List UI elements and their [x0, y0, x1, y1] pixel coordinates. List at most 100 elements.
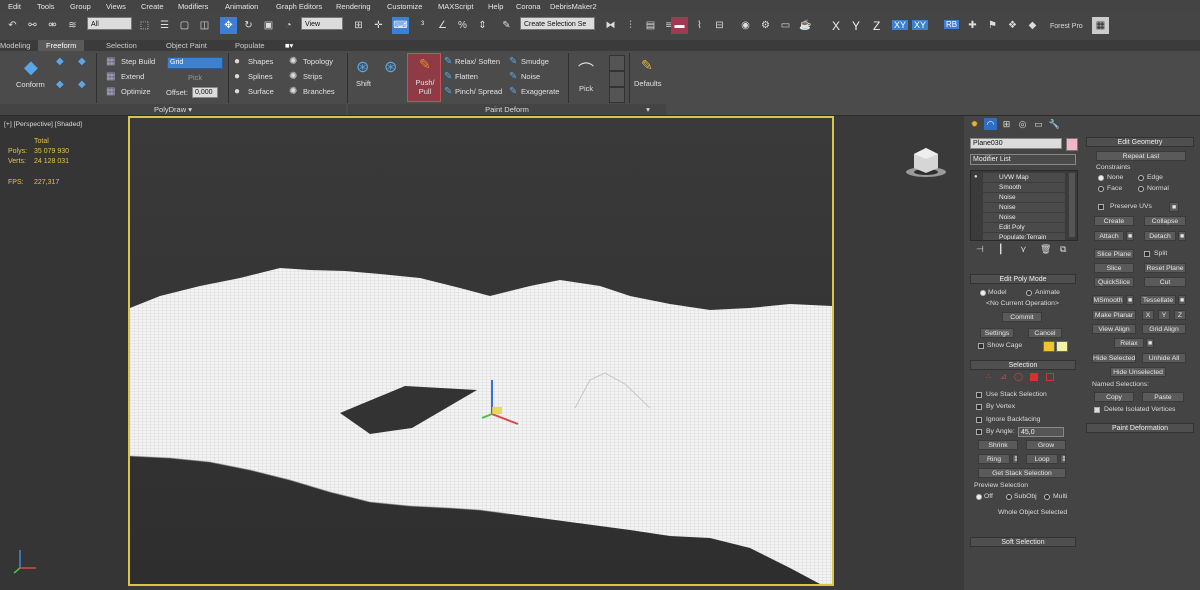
object-color-swatch[interactable] — [1066, 138, 1078, 151]
constraint-edge-radio[interactable] — [1138, 175, 1144, 181]
menu-maxscript[interactable]: MAXScript — [438, 2, 473, 11]
render-frame-icon[interactable]: ▭ — [777, 17, 794, 34]
shrink-button[interactable]: Shrink — [978, 440, 1018, 450]
select-scale-icon[interactable]: ▣ — [260, 17, 277, 34]
flatten-button[interactable]: Flatten — [455, 72, 478, 81]
remove-modifier-icon[interactable]: 🗑 — [1040, 244, 1051, 255]
cancel-button[interactable]: Cancel — [1028, 328, 1062, 338]
conform-move-icon[interactable]: ◆ — [78, 79, 86, 90]
cut-button[interactable]: Cut — [1144, 277, 1186, 287]
element-mode-icon[interactable] — [1046, 373, 1054, 381]
pivot-icon[interactable]: ⊞ — [350, 17, 367, 34]
copy-button[interactable]: Copy — [1094, 392, 1134, 402]
stack-item-noise-1[interactable]: Noise — [983, 193, 1065, 203]
angle-input[interactable]: 45,0 — [1018, 427, 1064, 437]
menu-debrismaker[interactable]: DebrisMaker2 — [550, 2, 597, 11]
settings-button[interactable]: Settings — [980, 328, 1014, 338]
show-cage-checkbox[interactable] — [978, 343, 984, 349]
curve-editor-icon[interactable]: ⌇ — [691, 17, 708, 34]
planar-z-button[interactable]: Z — [1174, 310, 1186, 320]
paste-button[interactable]: Paste — [1142, 392, 1184, 402]
preview-multi-radio[interactable] — [1044, 494, 1050, 500]
ignore-backfacing-checkbox[interactable] — [976, 417, 982, 423]
axis-z-button[interactable]: Z — [873, 19, 880, 33]
configure-sets-icon[interactable]: ⧉ — [1060, 244, 1066, 255]
display-tab-icon[interactable]: ▭ — [1032, 118, 1045, 130]
edit-poly-mode-rollout[interactable]: Edit Poly Mode — [970, 274, 1076, 284]
shift-options-icon[interactable]: ⊛ — [384, 57, 397, 77]
perspective-viewport[interactable] — [128, 116, 834, 586]
snap-3d-icon[interactable]: ³ — [414, 17, 431, 34]
shapes-button[interactable]: Shapes — [248, 57, 273, 66]
relax-settings-button[interactable]: ■ — [1146, 338, 1154, 348]
tab-object-paint[interactable]: Object Paint — [166, 40, 207, 51]
step-build-button[interactable]: Step Build — [121, 57, 155, 66]
soft-selection-rollout[interactable]: Soft Selection — [970, 537, 1076, 547]
loop-button[interactable]: Loop — [1026, 454, 1058, 464]
paint-deformation-rollout[interactable]: Paint Deformation — [1086, 423, 1194, 433]
axis-y-button[interactable]: Y — [852, 19, 860, 33]
optimize-button[interactable]: Optimize — [121, 87, 151, 96]
extend-button[interactable]: Extend — [121, 72, 144, 81]
ribbon-options-icon[interactable]: ■▾ — [285, 40, 293, 51]
stack-item-uvw-map[interactable]: UVW Map — [983, 173, 1065, 183]
quickslice-button[interactable]: QuickSlice — [1094, 277, 1134, 287]
undo-icon[interactable]: ↶ — [4, 17, 21, 34]
unlink-icon[interactable]: ⚮ — [44, 17, 61, 34]
modify-tab-icon[interactable]: ◠ — [984, 118, 997, 130]
detach-button[interactable]: Detach — [1144, 231, 1176, 241]
slice-button[interactable]: Slice — [1094, 263, 1134, 273]
plus-icon[interactable]: ✚ — [964, 17, 981, 34]
tab-modeling[interactable]: Modeling — [0, 40, 30, 51]
tab-freeform[interactable]: Freeform — [38, 40, 85, 51]
stack-scrollbar[interactable] — [1069, 173, 1075, 237]
menu-modifiers[interactable]: Modifiers — [178, 2, 208, 11]
preserve-uvs-settings-button[interactable]: ■ — [1169, 202, 1179, 212]
mirror-icon[interactable]: ⧓ — [602, 17, 619, 34]
constraint-normal-radio[interactable] — [1138, 186, 1144, 192]
split-checkbox[interactable] — [1144, 251, 1150, 257]
menu-animation[interactable]: Animation — [225, 2, 258, 11]
bind-spacewarp-icon[interactable]: ≋ — [64, 17, 81, 34]
paint-icon[interactable]: ❖ — [1004, 17, 1021, 34]
selection-rollout[interactable]: Selection — [970, 360, 1076, 370]
border-mode-icon[interactable]: ◯ — [1014, 372, 1023, 381]
splines-button[interactable]: Splines — [248, 72, 273, 81]
tab-populate[interactable]: Populate — [235, 40, 265, 51]
menu-tools[interactable]: Tools — [37, 2, 55, 11]
motion-tab-icon[interactable]: ◎ — [1016, 118, 1029, 130]
push-pull-button[interactable]: ✎ Push/ Pull — [407, 53, 441, 102]
pick-button[interactable]: Pick — [188, 73, 202, 82]
surface-button[interactable]: Surface — [248, 87, 274, 96]
menu-corona[interactable]: Corona — [516, 2, 541, 11]
gizmo-plane-handle[interactable] — [492, 407, 502, 414]
cage-color-swatch-2[interactable] — [1056, 341, 1068, 352]
edit-named-selection-icon[interactable]: ✎ — [498, 17, 515, 34]
link-icon[interactable]: ⚯ — [24, 17, 41, 34]
render-setup-icon[interactable]: ⚙ — [757, 17, 774, 34]
edge-mode-icon[interactable]: ⊿ — [1000, 372, 1007, 381]
menu-create[interactable]: Create — [141, 2, 164, 11]
vertex-mode-icon[interactable]: ∴ — [986, 372, 991, 381]
hide-selected-button[interactable]: Hide Selected — [1092, 353, 1136, 363]
smudge-button[interactable]: Smudge — [521, 57, 549, 66]
tab-selection[interactable]: Selection — [106, 40, 137, 51]
ring-button[interactable]: Ring — [978, 454, 1010, 464]
loop-spinner[interactable]: ⇕ — [1060, 454, 1066, 464]
render-icon[interactable]: ☕ — [797, 17, 814, 34]
conform-options-icon[interactable]: ◆ — [78, 56, 86, 67]
utilities-tab-icon[interactable]: 🔧 — [1048, 118, 1061, 130]
axis-xy-button[interactable]: XY — [892, 20, 909, 30]
delete-isolated-checkbox[interactable] — [1094, 407, 1100, 413]
ribbon-toggle-icon[interactable]: ▬ — [671, 17, 688, 34]
tessellate-settings-button[interactable]: ■ — [1178, 295, 1186, 305]
selection-filter-dropdown[interactable]: All — [87, 17, 132, 30]
qr-icon[interactable]: ▦ — [1092, 17, 1109, 34]
window-crossing-icon[interactable]: ◫ — [196, 17, 213, 34]
pick-option-1-button[interactable] — [609, 55, 625, 71]
defaults-button[interactable]: Defaults — [634, 79, 662, 88]
modifier-list-dropdown[interactable]: Modifier List — [970, 154, 1076, 165]
angle-snap-icon[interactable]: ∠ — [434, 17, 451, 34]
forest-pro-label[interactable]: Forest Pro — [1050, 23, 1083, 30]
polydraw-group-label[interactable]: PolyDraw ▾ — [0, 104, 346, 115]
